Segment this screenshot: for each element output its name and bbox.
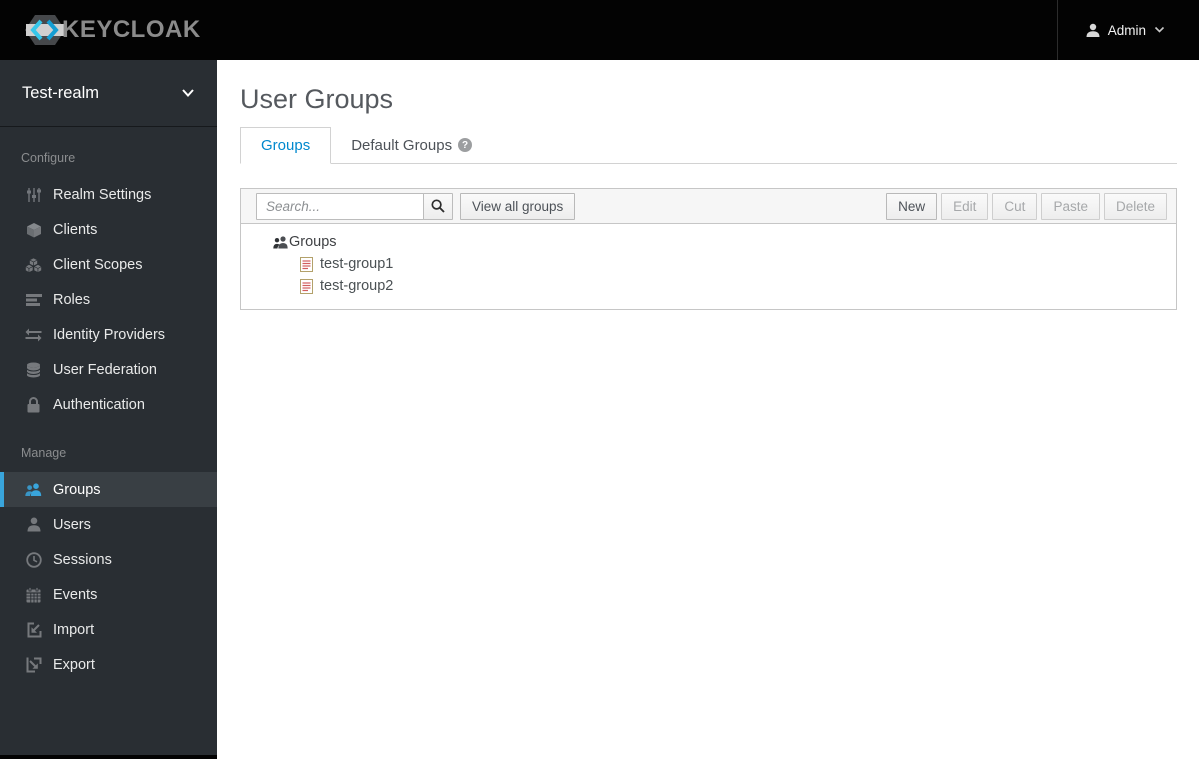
sidebar-item-label: Authentication xyxy=(53,396,145,413)
database-icon xyxy=(25,362,42,378)
sidebar-item-label: Users xyxy=(53,516,91,533)
sidebar-item-roles[interactable]: Roles xyxy=(0,282,217,317)
tab-label: Groups xyxy=(261,137,311,154)
document-icon xyxy=(300,278,313,294)
tree-node-label: Groups xyxy=(289,234,337,250)
section-label-manage: Manage xyxy=(21,446,67,460)
user-menu-label: Admin xyxy=(1107,22,1146,38)
clock-icon xyxy=(25,551,42,568)
sliders-icon xyxy=(25,187,42,203)
sidebar-item-label: Events xyxy=(53,586,98,603)
sidebar-item-clients[interactable]: Clients xyxy=(0,212,217,247)
keycloak-logo[interactable]: KEYCLOAK xyxy=(0,11,201,49)
calendar-icon xyxy=(25,586,42,603)
sidebar: Test-realm Configure Realm Settings Clie… xyxy=(0,60,217,755)
sidebar-item-export[interactable]: Export xyxy=(0,647,217,682)
chevron-down-icon xyxy=(1154,26,1165,33)
view-all-groups-button[interactable]: View all groups xyxy=(460,192,576,220)
users-icon xyxy=(25,482,42,497)
groups-toolbar: View all groups New Edit Cut Paste Delet… xyxy=(241,189,1176,224)
sidebar-item-realm-settings[interactable]: Realm Settings xyxy=(0,177,217,212)
realm-name: Test-realm xyxy=(22,83,100,102)
keycloak-hexagon-icon xyxy=(25,15,66,45)
chevron-down-icon xyxy=(182,89,194,97)
sidebar-item-label: Groups xyxy=(53,481,101,498)
section-label-configure: Configure xyxy=(21,151,76,165)
main-content: User Groups Groups Default Groups ? View… xyxy=(217,60,1199,759)
users-icon xyxy=(273,235,288,248)
paste-button[interactable]: Paste xyxy=(1041,192,1100,220)
delete-button[interactable]: Delete xyxy=(1103,192,1167,220)
search-icon xyxy=(431,199,445,213)
logo-text: KEYCLOAK xyxy=(62,16,201,43)
realm-selector[interactable]: Test-realm xyxy=(0,60,217,127)
sidebar-item-identity-providers[interactable]: Identity Providers xyxy=(0,317,217,352)
cube-icon xyxy=(25,222,42,238)
import-icon xyxy=(25,622,42,638)
tree-node-label: test-group1 xyxy=(320,256,394,272)
sidebar-item-sessions[interactable]: Sessions xyxy=(0,542,217,577)
export-icon xyxy=(25,657,42,673)
sidebar-item-client-scopes[interactable]: Client Scopes xyxy=(0,247,217,282)
edit-button[interactable]: Edit xyxy=(941,192,989,220)
tab-label: Default Groups xyxy=(351,136,453,154)
page-title: User Groups xyxy=(240,84,394,114)
cut-button[interactable]: Cut xyxy=(992,192,1038,220)
document-icon xyxy=(300,256,313,272)
tree-node-label: test-group2 xyxy=(320,278,394,294)
group-action-buttons: New Edit Cut Paste Delete xyxy=(886,192,1167,220)
lock-icon xyxy=(25,396,42,413)
sidebar-item-user-federation[interactable]: User Federation xyxy=(0,352,217,387)
groups-panel: View all groups New Edit Cut Paste Delet… xyxy=(240,188,1177,310)
help-icon[interactable]: ? xyxy=(458,138,473,152)
sidebar-item-label: Sessions xyxy=(53,551,112,568)
sidebar-item-events[interactable]: Events xyxy=(0,577,217,612)
new-button[interactable]: New xyxy=(886,192,938,220)
tree-node-root[interactable]: Groups xyxy=(273,231,1176,253)
tab-groups[interactable]: Groups xyxy=(240,127,332,164)
exchange-icon xyxy=(25,328,42,342)
top-header: KEYCLOAK Admin xyxy=(0,0,1199,60)
sidebar-item-label: Roles xyxy=(53,291,91,308)
sidebar-item-label: Realm Settings xyxy=(53,186,152,203)
tree-node-child[interactable]: test-group1 xyxy=(273,253,1176,275)
user-menu[interactable]: Admin xyxy=(1056,0,1199,60)
sidebar-item-import[interactable]: Import xyxy=(0,612,217,647)
sidebar-item-users[interactable]: Users xyxy=(0,507,217,542)
user-icon xyxy=(25,517,42,532)
groups-tree: Groups test-group1 test-group2 xyxy=(241,224,1176,309)
search-input[interactable] xyxy=(256,192,424,220)
sidebar-item-label: Clients xyxy=(53,221,98,238)
tab-default-groups[interactable]: Default Groups ? xyxy=(331,127,492,163)
tab-bar: Groups Default Groups ? xyxy=(240,127,1177,164)
sidebar-item-label: Import xyxy=(53,621,95,638)
sidebar-item-label: Identity Providers xyxy=(53,326,166,343)
search-button[interactable] xyxy=(423,192,453,220)
sidebar-item-groups[interactable]: Groups xyxy=(0,472,217,507)
sidebar-item-label: User Federation xyxy=(53,361,157,378)
list-icon xyxy=(25,293,42,307)
cubes-icon xyxy=(25,257,42,273)
person-icon xyxy=(1086,23,1100,37)
sidebar-item-authentication[interactable]: Authentication xyxy=(0,387,217,422)
sidebar-item-label: Export xyxy=(53,656,95,673)
tree-node-child[interactable]: test-group2 xyxy=(273,275,1176,297)
sidebar-item-label: Client Scopes xyxy=(53,256,143,273)
